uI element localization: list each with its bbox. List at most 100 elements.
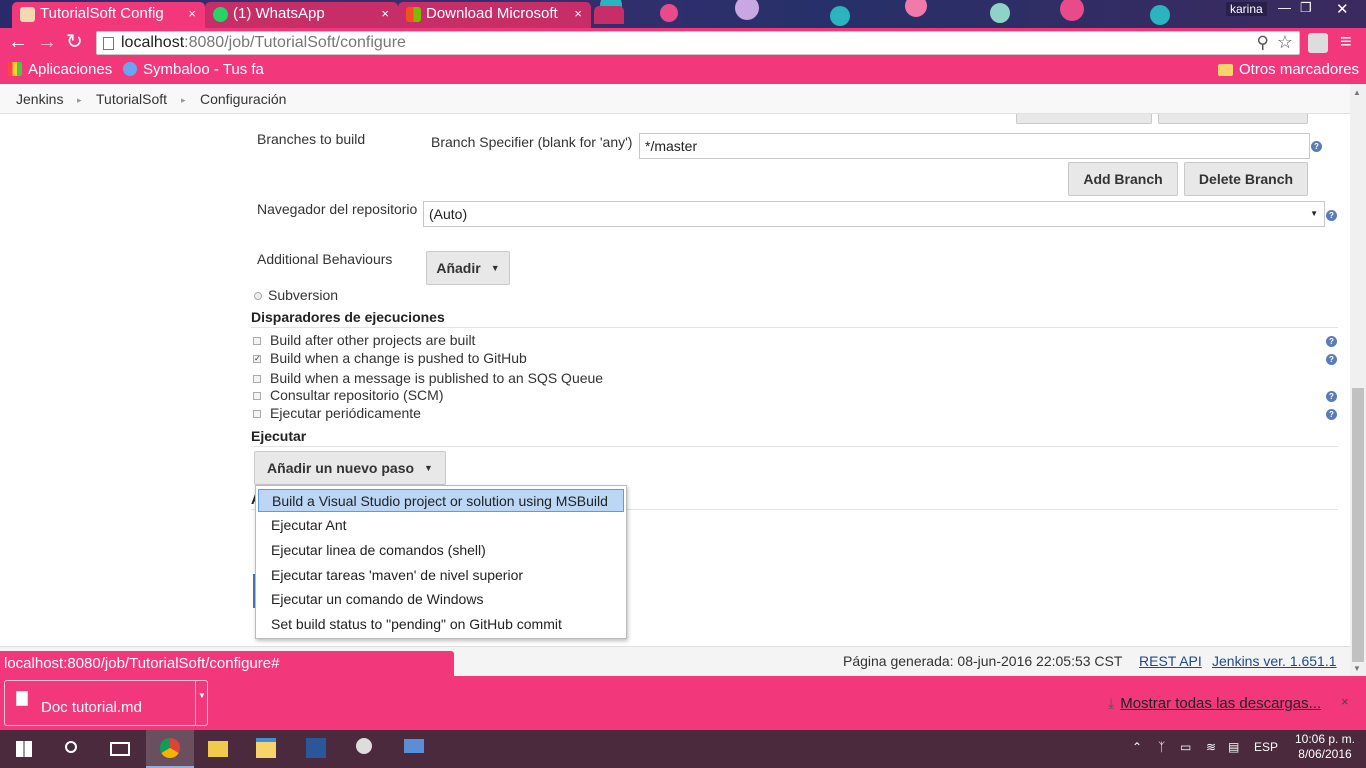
bookmark-symbaloo[interactable]: Symbaloo - Tus fa: [123, 61, 264, 78]
page-generated-text: Página generada: 08-jun-2016 22:05:53 CS…: [843, 653, 1123, 669]
bookmark-aplicaciones[interactable]: Aplicaciones: [8, 61, 112, 78]
address-bar[interactable]: localhost:8080/job/TutorialSoft/configur…: [96, 31, 1300, 55]
trigger-checkbox-checked[interactable]: ✓: [253, 355, 261, 363]
word-taskbar-button[interactable]: [292, 730, 340, 768]
close-tab-icon[interactable]: ×: [188, 2, 196, 26]
tab-tutorialsoft-config[interactable]: TutorialSoft Config ×: [12, 2, 205, 28]
chevron-down-icon[interactable]: ▼: [195, 681, 208, 725]
start-button[interactable]: [0, 730, 48, 768]
browser-toolbar: ← → ↻ localhost:8080/job/TutorialSoft/co…: [0, 28, 1366, 58]
close-tab-icon[interactable]: ×: [574, 2, 582, 26]
chrome-icon: [160, 738, 180, 758]
trigger-checkbox[interactable]: [253, 375, 261, 383]
restore-icon[interactable]: ❐: [1300, 0, 1312, 16]
repo-browser-select[interactable]: (Auto) ▼: [423, 201, 1325, 227]
other-bookmarks[interactable]: Otros marcadores: [1218, 61, 1359, 78]
network-taskbar-button[interactable]: [390, 730, 438, 768]
build-step-option[interactable]: Build a Visual Studio project or solutio…: [258, 489, 624, 512]
download-item[interactable]: Doc tutorial.md ▼: [4, 680, 208, 726]
branch-specifier-input[interactable]: */master: [639, 133, 1310, 159]
minimize-icon[interactable]: —: [1278, 0, 1291, 15]
help-icon[interactable]: ?: [1326, 210, 1337, 221]
battery-icon[interactable]: ▭: [1180, 740, 1191, 754]
bookmark-star-icon[interactable]: ☆: [1277, 32, 1293, 53]
close-window-icon[interactable]: ✕: [1336, 0, 1349, 18]
page-scrollbar[interactable]: ▲ ▼: [1350, 84, 1366, 676]
task-view-button[interactable]: [96, 730, 144, 768]
clock[interactable]: 10:06 p. m. 8/06/2016: [1288, 732, 1362, 762]
tab-download-microsoft[interactable]: Download Microsoft ×: [398, 2, 591, 28]
close-icon[interactable]: ×: [1341, 694, 1349, 709]
chrome-taskbar-button[interactable]: [146, 730, 194, 768]
build-step-option[interactable]: Ejecutar un comando de Windows: [258, 588, 624, 611]
bookmark-label: Symbaloo - Tus fa: [143, 61, 264, 78]
scroll-up-icon[interactable]: ▲: [1353, 88, 1361, 97]
start-icon: [16, 741, 32, 757]
partial-button[interactable]: [1158, 114, 1308, 124]
build-step-option[interactable]: Set build status to "pending" on GitHub …: [258, 613, 624, 636]
breadcrumb-tutorialsoft[interactable]: TutorialSoft: [96, 91, 167, 107]
extension-icon[interactable]: [1308, 33, 1328, 53]
partial-button[interactable]: [1016, 114, 1152, 124]
tab-whatsapp[interactable]: (1) WhatsApp ×: [205, 2, 398, 28]
trigger-checkbox[interactable]: [253, 337, 261, 345]
forward-icon[interactable]: →: [37, 31, 57, 53]
help-icon[interactable]: ?: [1311, 141, 1322, 152]
chevron-up-icon[interactable]: ⌃: [1132, 740, 1142, 754]
chrome-menu-icon[interactable]: ≡: [1340, 32, 1352, 52]
delete-branch-button[interactable]: Delete Branch: [1184, 162, 1308, 196]
close-tab-icon[interactable]: ×: [381, 2, 389, 26]
build-step-dropdown-menu: Build a Visual Studio project or solutio…: [255, 485, 627, 639]
subversion-radio[interactable]: [254, 292, 262, 300]
build-step-option[interactable]: Ejecutar linea de comandos (shell): [258, 539, 624, 562]
back-icon[interactable]: ←: [8, 31, 28, 53]
help-icon[interactable]: ?: [1326, 391, 1337, 402]
build-step-option[interactable]: Ejecutar tareas 'maven' de nivel superio…: [258, 564, 624, 587]
breadcrumb-jenkins[interactable]: Jenkins: [16, 91, 63, 107]
jenkins-version-link[interactable]: Jenkins ver. 1.651.1: [1212, 653, 1337, 669]
notifications-icon[interactable]: ▤: [1228, 740, 1239, 754]
breadcrumb-configuracion[interactable]: Configuración: [200, 91, 286, 107]
scrollbar-thumb[interactable]: [1352, 388, 1364, 662]
trigger-checkbox[interactable]: [253, 392, 261, 400]
folder-icon: [208, 741, 228, 757]
rest-api-link[interactable]: REST API: [1139, 653, 1202, 669]
section-divider: [251, 327, 1338, 328]
snipping-taskbar-button[interactable]: [342, 730, 390, 768]
trigger-label: Build when a message is published to an …: [270, 370, 604, 386]
trigger-checkbox[interactable]: [253, 410, 261, 418]
profile-name[interactable]: karina: [1226, 2, 1267, 16]
breadcrumb-separator-icon: ▸: [77, 95, 82, 105]
add-branch-button[interactable]: Add Branch: [1068, 162, 1178, 196]
triggers-section-title: Disparadores de ejecuciones: [251, 309, 445, 325]
anadir-behaviour-button[interactable]: Añadir ▼: [426, 251, 510, 285]
flower-decoration: [660, 4, 678, 22]
reload-icon[interactable]: ↻: [66, 31, 83, 53]
wifi-icon[interactable]: ≋: [1206, 740, 1216, 754]
help-icon[interactable]: ?: [1326, 409, 1337, 420]
show-all-downloads-link[interactable]: ⤓ Mostrar todas las descargas...: [1108, 695, 1321, 712]
file-icon: [16, 691, 28, 706]
search-button[interactable]: [48, 730, 96, 768]
scroll-down-icon[interactable]: ▼: [1353, 664, 1361, 673]
apps-grid-icon: [8, 62, 22, 76]
help-icon[interactable]: ?: [1326, 336, 1337, 347]
build-section-title: Ejecutar: [251, 428, 307, 444]
whatsapp-icon: [213, 7, 228, 22]
new-tab-button[interactable]: [594, 6, 624, 24]
task-view-icon: [110, 742, 130, 756]
language-indicator[interactable]: ESP: [1254, 740, 1278, 754]
bluetooth-icon[interactable]: ᛉ: [1158, 740, 1165, 754]
folder-taskbar-button[interactable]: [194, 730, 242, 768]
url-host: localhost: [121, 34, 185, 51]
zoom-search-icon[interactable]: ⚲: [1257, 33, 1269, 53]
help-icon[interactable]: ?: [1326, 354, 1337, 365]
explorer-taskbar-button[interactable]: [242, 730, 290, 768]
button-label: Añadir: [436, 260, 481, 276]
additional-behaviours-label: Additional Behaviours: [257, 251, 393, 267]
build-step-option[interactable]: Ejecutar Ant: [258, 514, 624, 537]
microsoft-icon: [406, 7, 421, 22]
breadcrumb-separator-icon: ▸: [181, 95, 186, 105]
add-build-step-button[interactable]: Añadir un nuevo paso ▼: [254, 451, 446, 485]
link-status-bar: localhost:8080/job/TutorialSoft/configur…: [0, 651, 454, 676]
